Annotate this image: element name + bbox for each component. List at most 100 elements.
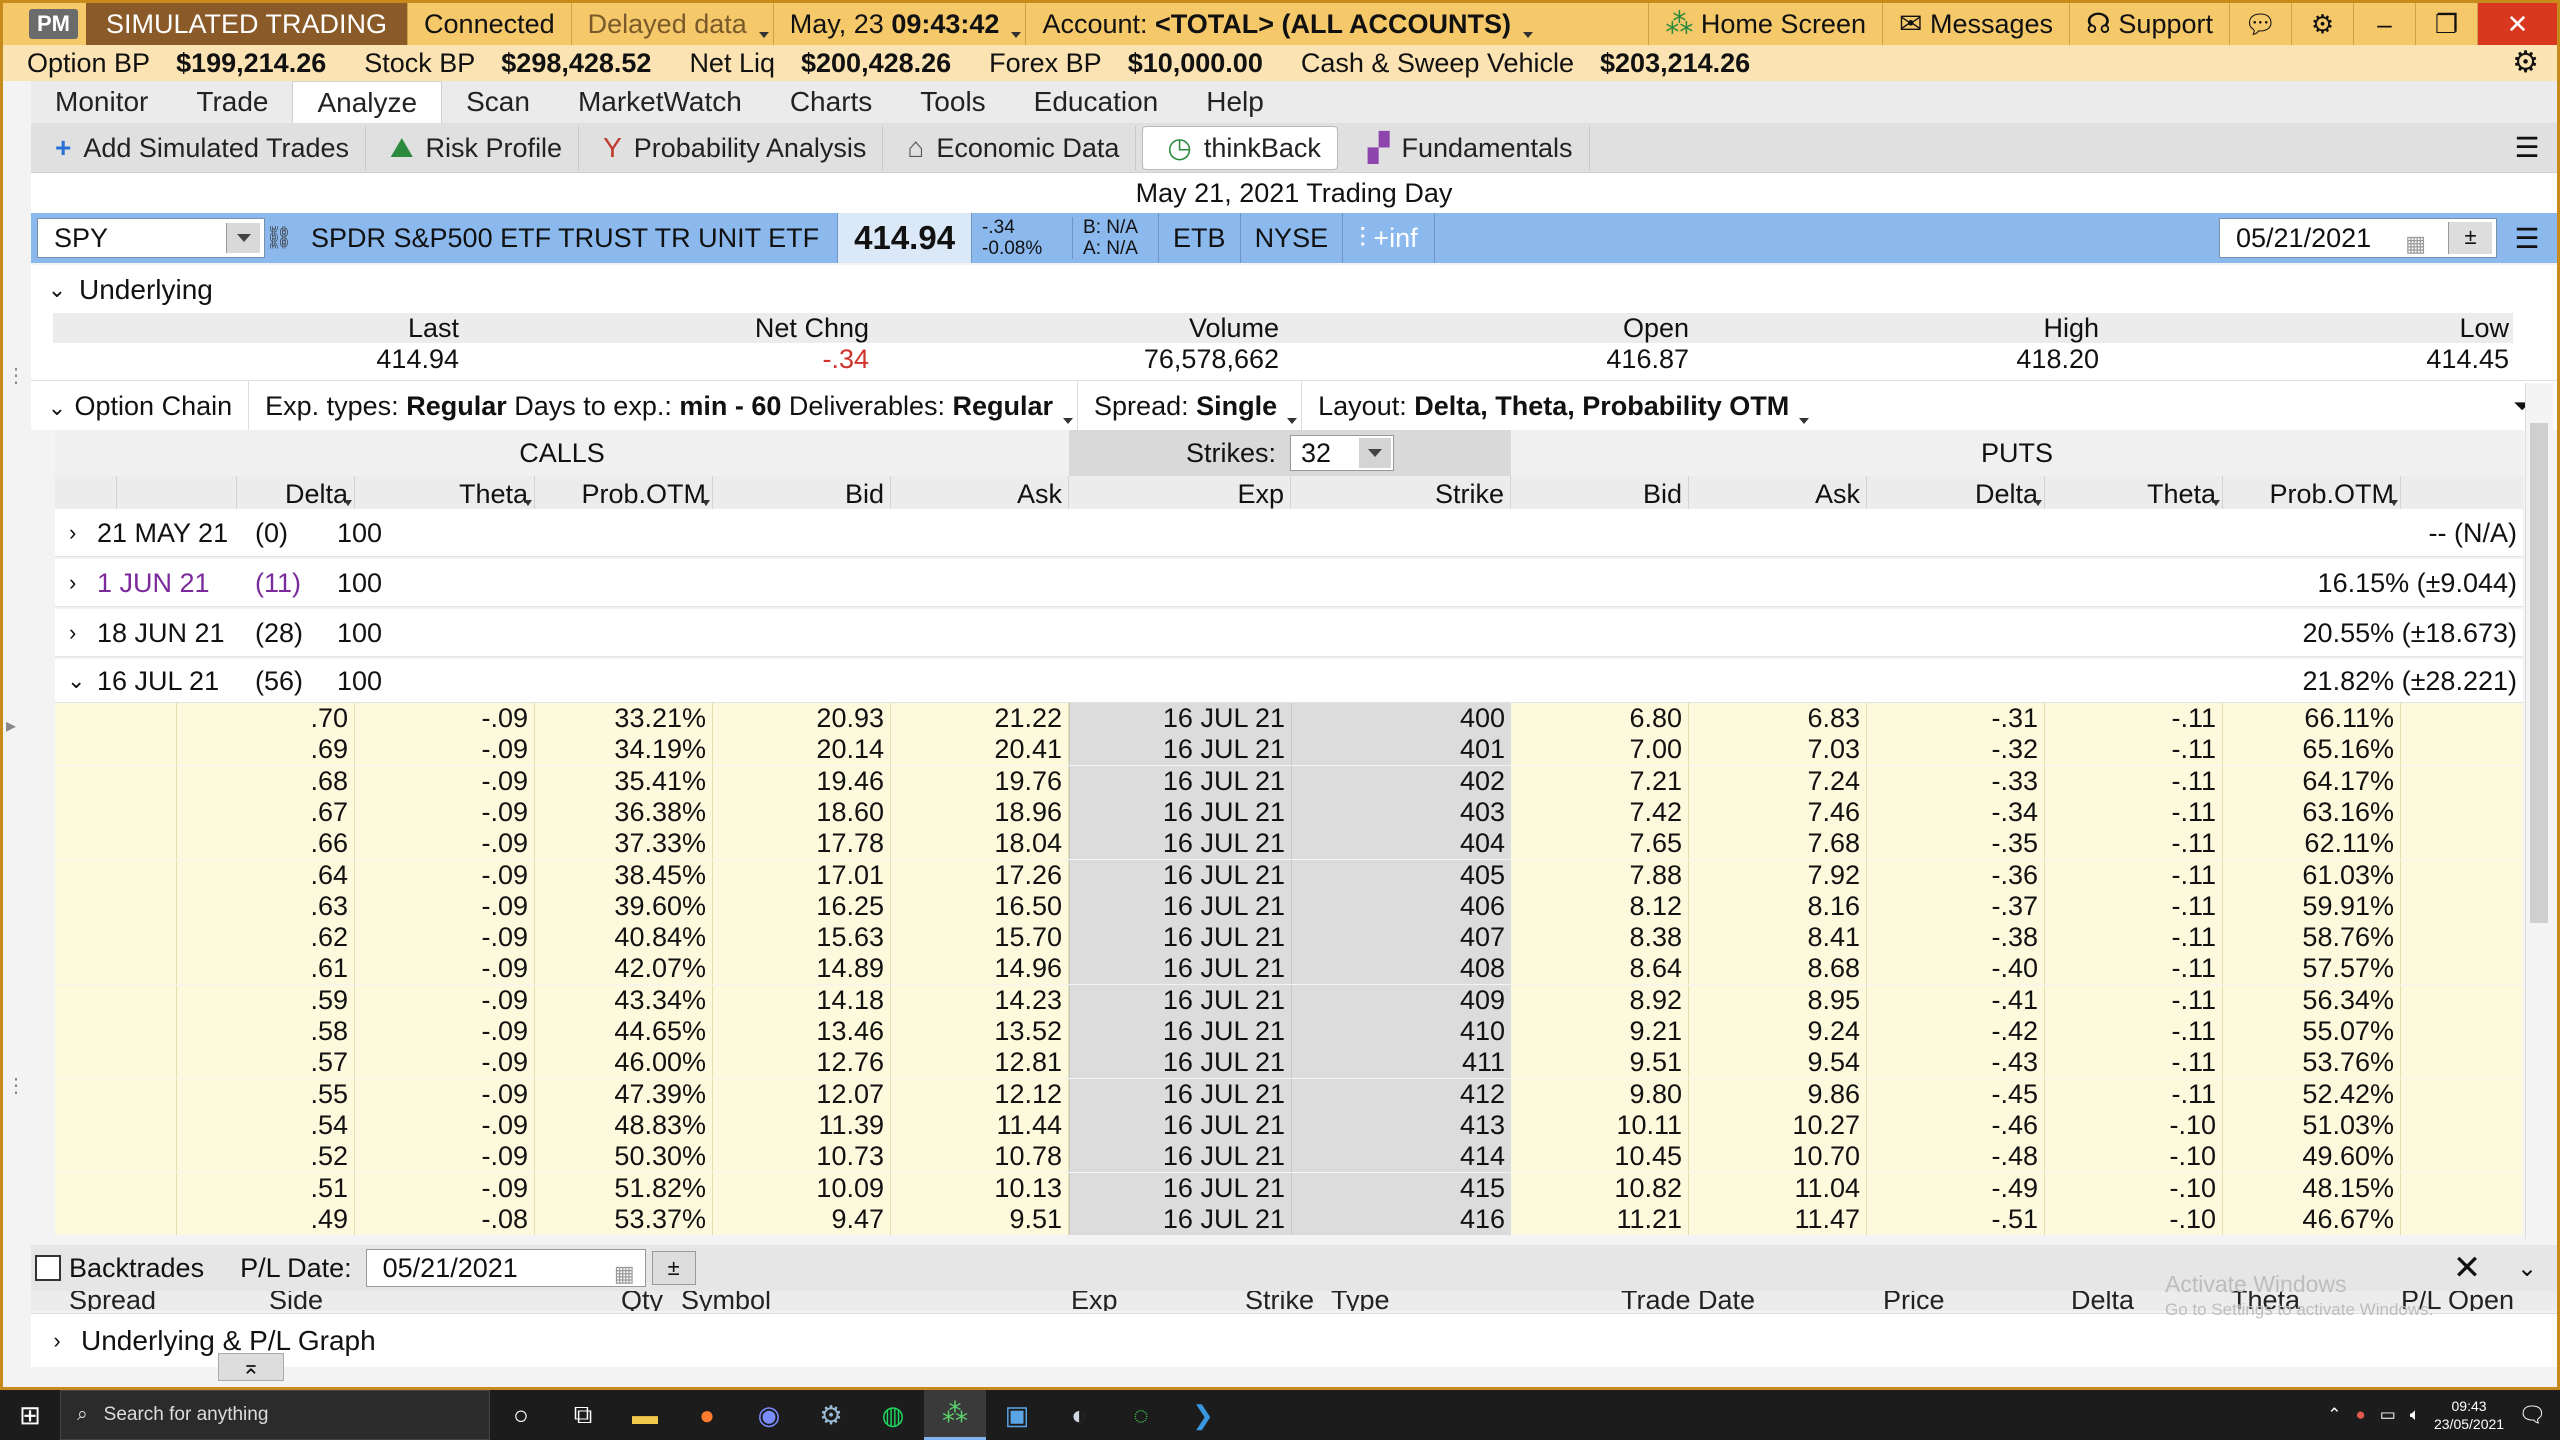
col-call-ask[interactable]: Ask xyxy=(891,476,1069,512)
cell-put-bid[interactable]: 8.12 xyxy=(1511,890,1689,922)
cell-put-bid[interactable]: 8.64 xyxy=(1511,953,1689,985)
cell-put-bid[interactable]: 10.45 xyxy=(1511,1141,1689,1173)
cell-call-ask[interactable]: 16.50 xyxy=(891,890,1069,922)
minimize-button[interactable]: – xyxy=(2353,3,2415,45)
cell-call-bid[interactable]: 17.78 xyxy=(713,828,891,860)
cell-call-bid[interactable]: 14.89 xyxy=(713,953,891,985)
cell-put-ask[interactable]: 8.16 xyxy=(1689,890,1867,922)
cell-call-bid[interactable]: 10.09 xyxy=(713,1172,891,1204)
cell-put-ask[interactable]: 7.24 xyxy=(1689,765,1867,797)
taskbar-search[interactable]: ⌕ Search for anything xyxy=(60,1390,490,1440)
close-button[interactable]: ✕ xyxy=(2477,3,2557,45)
tab-scan[interactable]: Scan xyxy=(442,81,554,123)
col-call-delta[interactable]: Delta xyxy=(177,476,355,512)
cell-call-bid[interactable]: 17.01 xyxy=(713,859,891,891)
collapse-panel-button[interactable]: ⌅ xyxy=(218,1353,284,1381)
cell-call-bid[interactable]: 20.93 xyxy=(713,703,891,734)
cell-call-bid[interactable]: 11.39 xyxy=(713,1109,891,1141)
cell-put-bid[interactable]: 8.92 xyxy=(1511,984,1689,1016)
clock[interactable]: 09:43 23/05/2021 xyxy=(2434,1397,2504,1433)
tab-charts[interactable]: Charts xyxy=(766,81,896,123)
option-row[interactable]: .62 -.09 40.84% 15.63 15.70 16 JUL 21 407 8.38 8… xyxy=(55,922,2523,954)
option-row[interactable]: .67 -.09 36.38% 18.60 18.96 16 JUL 21 403 7.42 7… xyxy=(55,796,2523,828)
symbol-selector[interactable]: SPY xyxy=(37,218,265,258)
net-liq[interactable]: Net Liq $200,428.26 xyxy=(665,48,965,79)
cell-put-bid[interactable]: 7.88 xyxy=(1511,859,1689,891)
pl-date-field[interactable]: 05/21/2021 ▦ xyxy=(365,1249,646,1287)
tab-education[interactable]: Education xyxy=(1010,81,1183,123)
cell-put-ask[interactable]: 7.68 xyxy=(1689,828,1867,860)
datetime-dropdown[interactable]: May, 23 09:43:42 xyxy=(772,3,1026,45)
vscode-icon[interactable]: ❯ xyxy=(1172,1390,1234,1440)
tray-expand-icon[interactable]: ⌃ xyxy=(2327,1405,2341,1425)
cell-put-ask[interactable]: 8.41 xyxy=(1689,922,1867,954)
cell-call-bid[interactable]: 16.25 xyxy=(713,890,891,922)
option-row[interactable]: .61 -.09 42.07% 14.89 14.96 16 JUL 21 408 8.64 8… xyxy=(55,953,2523,985)
col-put-bid[interactable]: Bid xyxy=(1511,476,1689,512)
cell-call-bid[interactable]: 13.46 xyxy=(713,1016,891,1047)
refresh-app-icon[interactable]: ◌ xyxy=(1110,1390,1172,1440)
cell-call-ask[interactable]: 15.70 xyxy=(891,922,1069,954)
option-row[interactable]: .70 -.09 33.21% 20.93 21.22 16 JUL 21 400 6.80 6… xyxy=(55,703,2523,734)
cell-call-ask[interactable]: 12.12 xyxy=(891,1078,1069,1110)
cell-put-ask[interactable]: 9.86 xyxy=(1689,1078,1867,1110)
date-stepper[interactable]: ± xyxy=(2448,222,2492,254)
cell-put-bid[interactable]: 9.51 xyxy=(1511,1047,1689,1079)
cell-call-bid[interactable]: 10.73 xyxy=(713,1141,891,1173)
cell-call-bid[interactable]: 12.76 xyxy=(713,1047,891,1079)
cell-put-bid[interactable]: 7.42 xyxy=(1511,796,1689,828)
thinkback-date-field[interactable]: 05/21/2021 ▦ ± xyxy=(2219,218,2497,258)
tab-monitor[interactable]: Monitor xyxy=(31,81,172,123)
col-exp[interactable]: Exp xyxy=(1069,476,1291,512)
cell-put-ask[interactable]: 11.47 xyxy=(1689,1203,1867,1235)
option-row[interactable]: .66 -.09 37.33% 17.78 18.04 16 JUL 21 404 7.65 7… xyxy=(55,828,2523,860)
economic-data-button[interactable]: ⌂ Economic Data xyxy=(883,125,1137,170)
tab-tools[interactable]: Tools xyxy=(896,81,1009,123)
tray-app-icon[interactable]: ● xyxy=(2355,1405,2365,1425)
list-menu-icon[interactable]: ☰ xyxy=(2497,131,2557,164)
cell-call-ask[interactable]: 10.13 xyxy=(891,1172,1069,1204)
tab-marketwatch[interactable]: MarketWatch xyxy=(554,81,766,123)
cell-put-ask[interactable]: 9.54 xyxy=(1689,1047,1867,1079)
option-chain-toggle[interactable]: ⌄ Option Chain xyxy=(31,380,250,431)
cell-put-ask[interactable]: 7.03 xyxy=(1689,734,1867,766)
col-put-delta[interactable]: Delta xyxy=(1867,476,2045,512)
photos-icon[interactable]: ▣ xyxy=(986,1390,1048,1440)
discord-icon[interactable]: ◉ xyxy=(738,1390,800,1440)
file-explorer-icon[interactable]: ▬ xyxy=(614,1390,676,1440)
cell-call-ask[interactable]: 11.44 xyxy=(891,1109,1069,1141)
cell-call-ask[interactable]: 10.78 xyxy=(891,1141,1069,1173)
strikes-select[interactable]: 32 xyxy=(1290,435,1395,471)
cell-call-ask[interactable]: 14.96 xyxy=(891,953,1069,985)
splitter-handle-icon[interactable]: ⋮ xyxy=(6,1073,26,1098)
col-put-probotm[interactable]: Prob.OTM xyxy=(2223,476,2401,512)
col-strike[interactable]: Strike xyxy=(1291,476,1511,512)
cell-call-ask[interactable]: 14.23 xyxy=(891,984,1069,1016)
expiration-row[interactable]: › 1 JUN 21 (11) 100 16.15% (±9.044) xyxy=(55,559,2523,607)
cell-put-bid[interactable]: 9.21 xyxy=(1511,1016,1689,1047)
option-row[interactable]: .63 -.09 39.60% 16.25 16.50 16 JUL 21 406 8.12 8… xyxy=(55,890,2523,922)
option-row[interactable]: .49 -.08 53.37% 9.47 9.51 16 JUL 21 416 11.21 11… xyxy=(55,1203,2523,1235)
cell-call-bid[interactable]: 14.18 xyxy=(713,984,891,1016)
option-row[interactable]: .64 -.09 38.45% 17.01 17.26 16 JUL 21 405 7.88 7… xyxy=(55,859,2523,891)
cell-call-ask[interactable]: 18.04 xyxy=(891,828,1069,860)
network-icon[interactable]: ▭ xyxy=(2380,1405,2396,1425)
cell-call-bid[interactable]: 20.14 xyxy=(713,734,891,766)
col-put-theta[interactable]: Theta xyxy=(2045,476,2223,512)
cell-call-bid[interactable]: 9.47 xyxy=(713,1203,891,1235)
calendar-icon[interactable]: ▦ xyxy=(2405,225,2426,263)
risk-profile-button[interactable]: ⛰ Risk Profile xyxy=(366,125,580,170)
expiration-row[interactable]: › 18 JUN 21 (28) 100 20.55% (±18.673) xyxy=(55,609,2523,657)
cell-put-bid[interactable]: 10.82 xyxy=(1511,1172,1689,1204)
firefox-icon[interactable]: ● xyxy=(676,1390,738,1440)
thinkback-button[interactable]: ◷ thinkBack xyxy=(1142,125,1338,170)
cell-put-bid[interactable]: 6.80 xyxy=(1511,703,1689,734)
cell-put-ask[interactable]: 7.92 xyxy=(1689,859,1867,891)
account-selector[interactable]: Account: <TOTAL> (ALL ACCOUNTS) xyxy=(1025,3,1537,45)
cell-call-bid[interactable]: 15.63 xyxy=(713,922,891,954)
quote-menu-icon[interactable]: ☰ xyxy=(2497,222,2557,255)
cell-call-ask[interactable]: 19.76 xyxy=(891,765,1069,797)
cell-call-ask[interactable]: 20.41 xyxy=(891,734,1069,766)
data-mode-dropdown[interactable]: Delayed data xyxy=(570,3,773,45)
cell-call-ask[interactable]: 12.81 xyxy=(891,1047,1069,1079)
